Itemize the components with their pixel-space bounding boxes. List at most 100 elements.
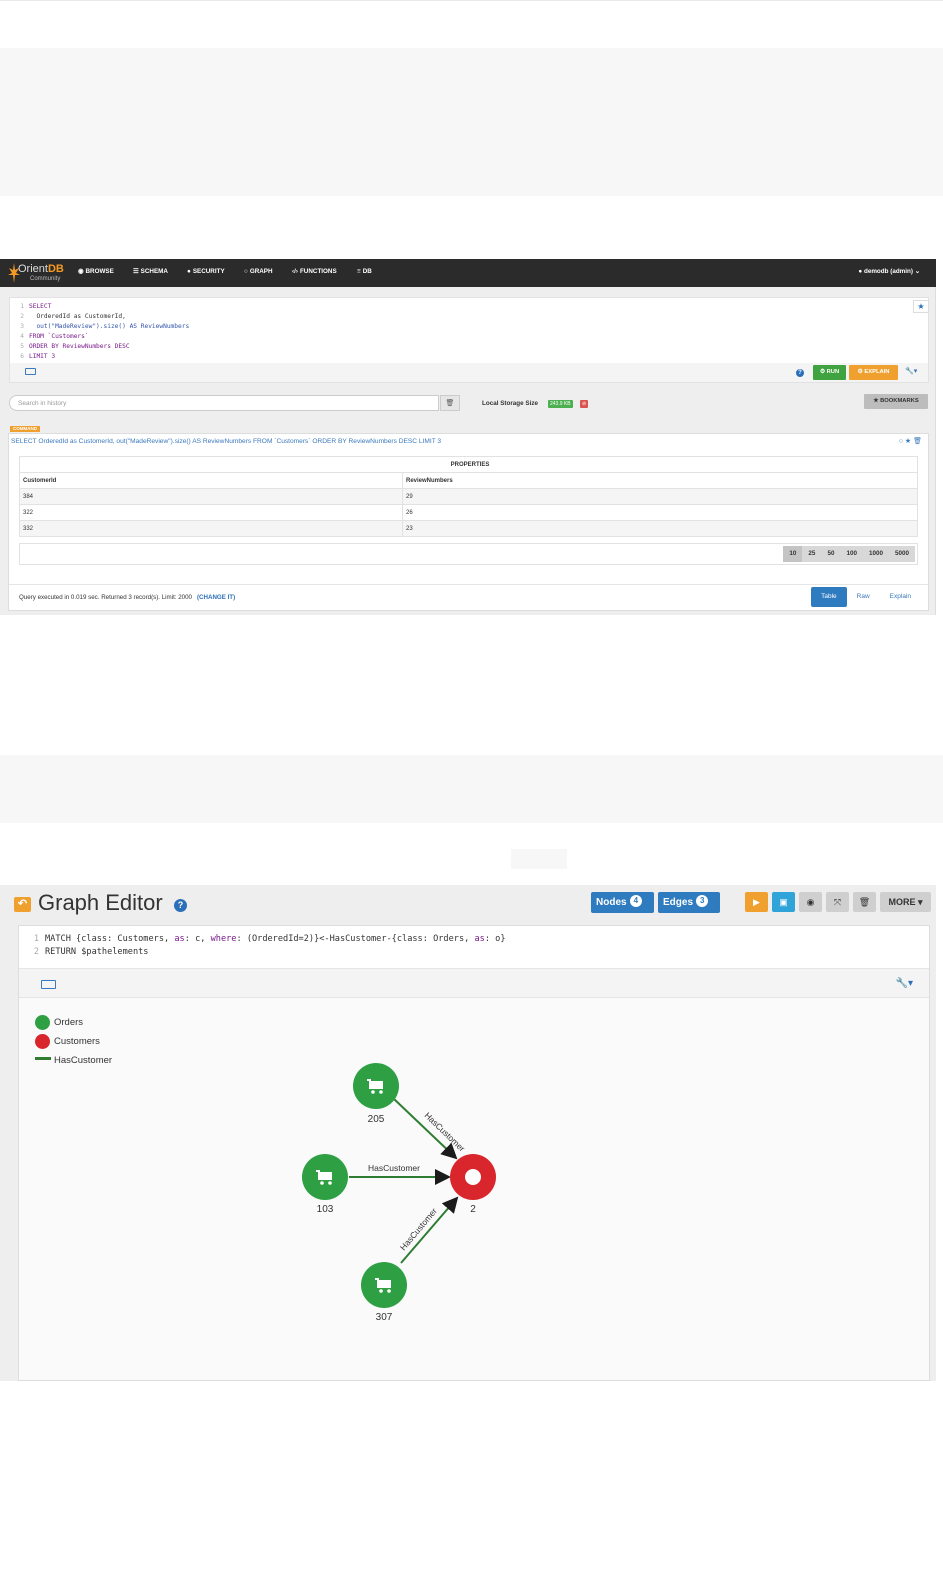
tab-explain[interactable]: Explain [880, 587, 921, 607]
wrench-dropdown-icon[interactable]: 🔧▾ [896, 978, 913, 989]
list-icon: ☰ [133, 268, 139, 275]
query-result-panel: SELECT OrderedId as CustomerId, out("Mad… [8, 433, 929, 611]
more-label: MORE [888, 897, 916, 907]
change-limit-link[interactable]: (CHANGE IT) [197, 594, 235, 601]
code-keyword: where [210, 934, 237, 944]
query-title[interactable]: SELECT OrderedId as CustomerId, out("Mad… [11, 438, 441, 445]
page-size-100[interactable]: 100 [840, 546, 863, 562]
code-text: OrderedId as CustomerId, [29, 313, 126, 320]
save-icon[interactable]: ▣ [772, 892, 795, 912]
code-text: out("MadeReview").size() AS ReviewNumber… [29, 323, 190, 330]
page-size-5000[interactable]: 5000 [888, 546, 915, 562]
separator-band [0, 0, 943, 1]
graph-node-2[interactable]: 2 [450, 1154, 496, 1215]
status-text: Query executed in 0.019 sec. Returned 3 … [19, 594, 192, 601]
table-cell: 23 [402, 520, 918, 537]
code-line-1: 1 SELECT [14, 302, 189, 312]
code-line-6: 6 LIMIT 3 [14, 352, 189, 362]
orientdb-logo[interactable]: OrientDB Community [8, 262, 66, 286]
page-size-50[interactable]: 50 [821, 546, 841, 562]
nav-schema[interactable]: ☰ SCHEMA [133, 268, 168, 275]
edges-button[interactable]: Edges 3 [658, 892, 720, 913]
tab-raw[interactable]: Raw [847, 587, 880, 607]
graph-edge[interactable]: HasCustomer [349, 1163, 451, 1185]
page-size-25[interactable]: 25 [802, 546, 822, 562]
nav-functions-label: FUNCTIONS [299, 268, 337, 275]
run-button[interactable]: ⚙ RUN [813, 365, 846, 380]
code-line-3: 3 out("MadeReview").size() AS ReviewNumb… [14, 322, 189, 332]
table-cell: 332 [19, 520, 403, 537]
result-table: PROPERTIES CustomerId ReviewNumbers 384 2… [19, 456, 918, 537]
graph-node-307[interactable]: 307 [361, 1262, 407, 1323]
graph-edge[interactable]: HasCustomer [398, 1196, 459, 1264]
graph-editor-toolbar: 🔧▾ [19, 968, 929, 998]
table-group-header: PROPERTIES [19, 456, 918, 473]
wrench-dropdown-icon[interactable]: 🔧▾ [905, 367, 917, 375]
circle-icon[interactable]: ○ [899, 438, 903, 445]
bookmarks-button[interactable]: ★ BOOKMARKS [864, 394, 928, 409]
user-icon: ● [187, 268, 191, 275]
page-size-1000[interactable]: 1000 [862, 546, 889, 562]
explain-button[interactable]: ⚙ EXPLAIN [849, 365, 898, 380]
star-icon[interactable]: ★ [905, 438, 911, 445]
nav-graph-label: GRAPH [249, 268, 273, 275]
nav-browse-label: BROWSE [85, 268, 114, 275]
code-text: LIMIT 3 [29, 353, 56, 360]
nodes-count-badge: 4 [629, 895, 643, 908]
column-header[interactable]: CustomerId [19, 472, 403, 489]
logo-edition: Community [30, 276, 61, 282]
nav-graph[interactable]: ○ GRAPH [244, 268, 273, 275]
graph-node-103[interactable]: 103 [302, 1154, 348, 1215]
nav-schema-label: SCHEMA [140, 268, 168, 275]
storage-size-badge: 243.9 KB [548, 400, 573, 408]
editor-toolbar: ? ⚙ RUN ⚙ EXPLAIN 🔧▾ [9, 363, 929, 383]
nodes-button[interactable]: Nodes 4 [591, 892, 654, 913]
fullscreen-icon[interactable]: ⤧ [826, 892, 849, 912]
code-text: RETURN $pathelements [45, 947, 149, 957]
nav-functions[interactable]: ‹/› FUNCTIONS [292, 268, 337, 275]
code-line-1: 1 MATCH {class: Customers, as: c, where: … [25, 933, 506, 946]
play-icon[interactable]: ▶ [745, 892, 768, 912]
nav-security[interactable]: ● SECURITY [187, 268, 225, 275]
code-keyword: as [474, 934, 485, 944]
graph-node-205[interactable]: 205 [353, 1063, 399, 1125]
query-editor[interactable]: 1 SELECT 2 OrderedId as CustomerId, 3 out… [9, 297, 929, 373]
orientdb-studio-window: OrientDB Community ◉ BROWSE ☰ SCHEMA ● SECU… [0, 259, 936, 615]
clear-storage-icon[interactable]: ⊘ [580, 400, 589, 408]
help-icon[interactable]: ? [796, 369, 804, 377]
query-code[interactable]: 1 SELECT 2 OrderedId as CustomerId, 3 out… [14, 302, 189, 362]
page-title: Graph Editor [38, 890, 163, 915]
graph-edge[interactable]: HasCustomer [393, 1098, 467, 1160]
back-arrow-icon[interactable]: ↶ [14, 897, 31, 912]
node-label: 205 [368, 1114, 385, 1125]
gear-icon: ⚙ [819, 369, 827, 375]
page-size-10[interactable]: 10 [783, 546, 803, 562]
target-icon[interactable]: ◉ [799, 892, 822, 912]
keyboard-icon[interactable] [25, 368, 36, 375]
tab-table[interactable]: Table [811, 587, 847, 607]
explain-label: EXPLAIN [864, 369, 890, 375]
bookmark-star-icon[interactable]: ★ [913, 300, 929, 313]
separator-chip [511, 849, 567, 869]
table-row: 322 26 [19, 504, 918, 521]
graph-svg[interactable]: HasCustomer HasCustomer HasCustomer 205 … [19, 998, 929, 1380]
help-icon[interactable]: ? [174, 899, 187, 912]
trash-icon[interactable]: 🗑 [440, 395, 460, 411]
line-number: 2 [20, 313, 24, 320]
column-header[interactable]: ReviewNumbers [402, 472, 918, 489]
graph-canvas[interactable]: Orders Customers HasCustomer HasCustomer [19, 998, 929, 1380]
table-cell: 26 [402, 504, 918, 521]
edges-count-badge: 3 [696, 895, 709, 908]
trash-icon[interactable]: 🗑 [913, 438, 922, 445]
table-header-row: CustomerId ReviewNumbers [19, 472, 918, 489]
code-line-4: 4 FROM `Customers` [14, 332, 189, 342]
code-line-2: 2 OrderedId as CustomerId, [14, 312, 189, 322]
nav-db[interactable]: ≡ DB [357, 268, 372, 275]
trash-icon[interactable]: 🗑 [853, 892, 876, 912]
graph-query-code[interactable]: 1 MATCH {class: Customers, as: c, where: … [25, 933, 506, 959]
keyboard-icon[interactable] [41, 980, 56, 989]
user-menu[interactable]: ● demodb (admin) ⌄ [858, 268, 920, 275]
nav-browse[interactable]: ◉ BROWSE [78, 268, 114, 275]
history-search-input[interactable]: Search in history [9, 395, 439, 411]
more-dropdown[interactable]: MORE ▾ [880, 892, 931, 912]
